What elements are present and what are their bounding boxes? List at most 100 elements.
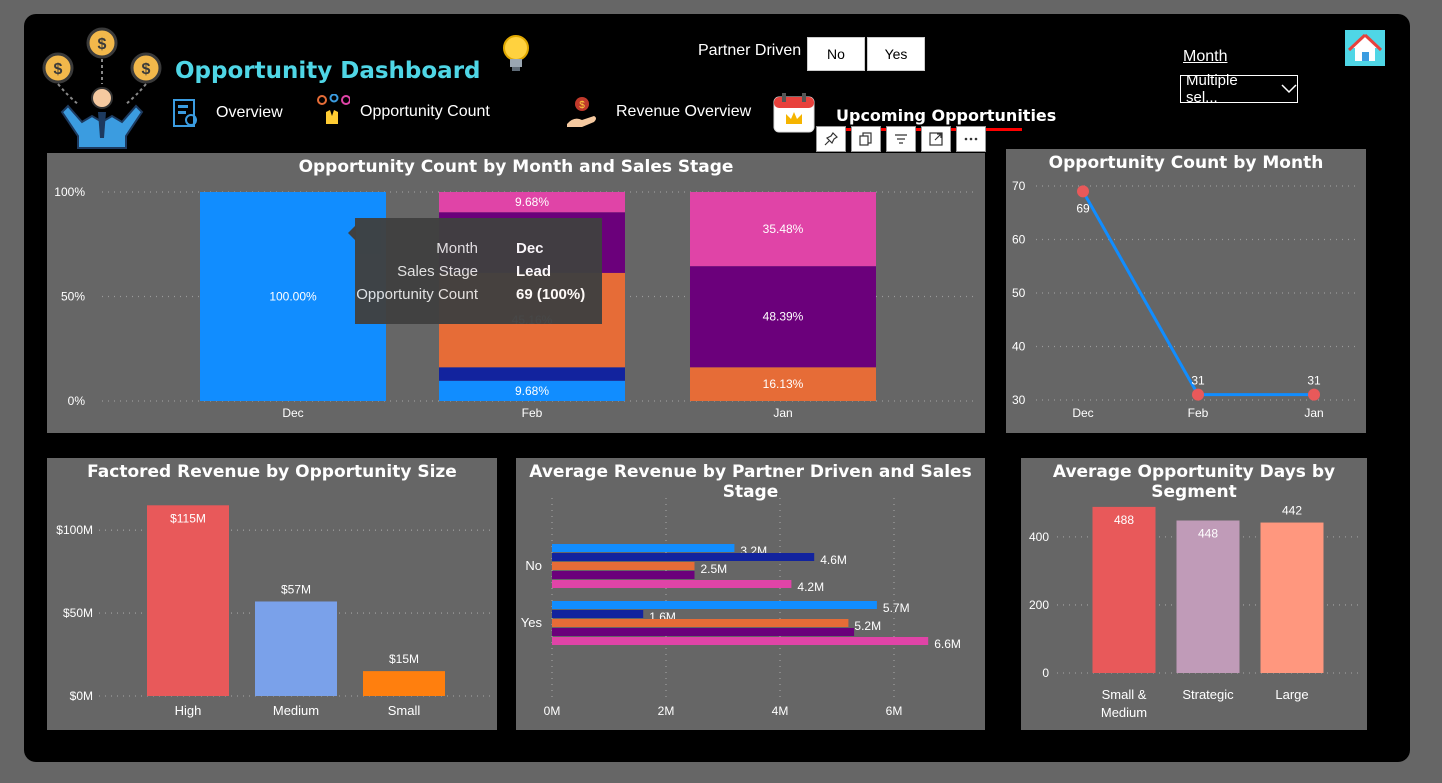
bar-chart: 0 200 400 488 Small & Medium 448 Strategic 442 La…: [1029, 504, 1361, 720]
nav-revenue-overview-label: Revenue Overview: [616, 103, 752, 120]
horizontal-bar-chart: 0M 2M 4M 6M3.2M4.6M2.5M4.2MNo5.7M1.6M5.2M6.…: [521, 498, 961, 718]
data-label: $15M: [389, 652, 419, 666]
x-tick-label: Medium: [273, 703, 319, 718]
data-label: 4.2M: [797, 580, 824, 594]
chart-panel-factored-revenue: Factored Revenue by Opportunity Size $0M…: [47, 458, 497, 730]
bar: [552, 580, 792, 588]
filter-icon: [895, 134, 907, 144]
tooltip-value-count: 69 (100%): [516, 286, 586, 303]
tooltip: Month Dec Sales Stage Lead Opportunity C…: [355, 218, 602, 324]
y-tick-label: 60: [1012, 233, 1026, 247]
data-label: 2.5M: [701, 562, 728, 576]
tooltip-key-stage: Sales Stage: [397, 263, 478, 280]
page-title: Opportunity Dashboard: [175, 58, 481, 84]
chart-panel-days-by-segment: Average Opportunity Days by Segment 0 200…: [1021, 458, 1367, 730]
x-tick-label: Dec: [1072, 406, 1093, 420]
data-label: 448: [1198, 527, 1218, 541]
bar: [552, 553, 815, 561]
pin-visual-button[interactable]: [816, 126, 846, 152]
copy-icon: [859, 132, 872, 146]
data-point: [1192, 388, 1204, 401]
month-slicer-label: Month: [1183, 48, 1228, 65]
bar-segment: [439, 367, 625, 381]
home-button[interactable]: [1344, 29, 1386, 67]
chart-panel-average-revenue: Average Revenue by Partner Driven and Sa…: [516, 458, 985, 730]
data-label: 5.2M: [854, 619, 881, 633]
nav-overview[interactable]: Overview: [172, 98, 283, 128]
x-tick-label: 4M: [772, 704, 789, 718]
bar: [552, 601, 877, 609]
bar: [552, 571, 695, 579]
copy-visual-button[interactable]: [851, 126, 881, 152]
money-hand-icon: $: [567, 97, 596, 127]
nav-revenue-overview[interactable]: $ Revenue Overview: [564, 94, 751, 130]
svg-text:$: $: [54, 61, 63, 78]
data-label: 16.13%: [763, 377, 804, 391]
bar: [363, 671, 445, 696]
svg-text:$: $: [142, 61, 151, 78]
more-options-button[interactable]: [956, 126, 986, 152]
chart-panel-count-by-month: Opportunity Count by Month 30 40 50 60 70 69 D…: [1006, 149, 1366, 433]
lightbulb-icon: [503, 35, 529, 71]
x-tick-label: Dec: [282, 406, 303, 420]
bar: [1176, 520, 1240, 673]
data-label: 5.7M: [883, 601, 910, 615]
tooltip-key-count: Opportunity Count: [356, 286, 478, 303]
tooltip-value-month: Dec: [516, 240, 544, 257]
partner-driven-yes-button[interactable]: Yes: [867, 37, 925, 71]
bar: [552, 637, 929, 645]
juggler-logo-icon: $ $ $: [42, 27, 162, 149]
svg-text:$: $: [98, 36, 107, 53]
more-icon: [964, 137, 978, 141]
tooltip-value-stage: Lead: [516, 263, 552, 280]
x-tick-label: Small &: [1102, 687, 1147, 702]
pin-icon: [824, 132, 838, 146]
y-tick-label: 50%: [61, 290, 85, 304]
nav-overview-label: Overview: [216, 104, 283, 121]
x-tick-label: Strategic: [1182, 687, 1234, 702]
nav-upcoming-opportunities-label[interactable]: Upcoming Opportunities: [836, 106, 1056, 125]
y-tick-label: 200: [1029, 598, 1049, 612]
bar: [147, 505, 229, 696]
data-label: 31: [1191, 374, 1205, 388]
partner-driven-label: Partner Driven: [698, 42, 802, 59]
x-tick-label: Small: [388, 703, 421, 718]
bar-chart: $0M $50M $100M $115M High $57M Medium $15M Small: [56, 505, 492, 718]
data-label: 100.00%: [269, 290, 317, 304]
chevron-down-icon: [1281, 84, 1297, 94]
y-tick-label: $100M: [56, 523, 93, 537]
data-label: 31: [1307, 374, 1321, 388]
nav-opportunity-count[interactable]: Opportunity Count: [314, 94, 490, 130]
tooltip-key-month: Month: [436, 240, 478, 257]
x-tick-label: Jan: [1304, 406, 1323, 420]
report-icon: [173, 99, 197, 127]
data-label: 69: [1076, 201, 1090, 215]
nav-opportunity-count-label: Opportunity Count: [360, 103, 490, 120]
tooltip-pointer: [348, 225, 356, 241]
data-point: [1077, 185, 1089, 198]
y-tick-label: 30: [1012, 393, 1026, 407]
focus-mode-button[interactable]: [921, 126, 951, 152]
data-label: 4.6M: [820, 553, 847, 567]
y-tick-label: $0M: [70, 689, 93, 703]
filter-visual-button[interactable]: [886, 126, 916, 152]
svg-text:$: $: [579, 100, 585, 111]
bar: [1092, 506, 1156, 673]
month-dropdown-value: Multiple sel...: [1186, 72, 1238, 106]
y-tick-label: 50: [1012, 286, 1026, 300]
data-label: 35.48%: [763, 222, 804, 236]
bar: [552, 610, 644, 618]
data-label: 9.68%: [515, 195, 549, 209]
expand-icon: [929, 132, 943, 146]
data-label: 488: [1114, 513, 1134, 527]
data-label: 442: [1282, 504, 1302, 518]
month-dropdown[interactable]: Multiple sel...: [1180, 72, 1298, 106]
y-tick-label: 400: [1029, 530, 1049, 544]
bar: [552, 562, 695, 570]
x-tick-label: Jan: [773, 406, 792, 420]
partner-driven-no-button[interactable]: No: [807, 37, 865, 71]
x-tick-label: 0M: [544, 704, 561, 718]
bar: [255, 601, 337, 696]
y-tick-label: $50M: [63, 606, 93, 620]
calendar-icon[interactable]: [772, 92, 816, 134]
